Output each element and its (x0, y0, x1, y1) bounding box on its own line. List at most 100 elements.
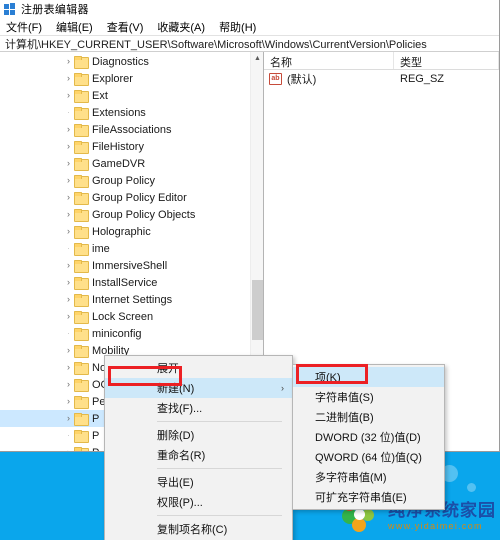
context-menu-item[interactable]: 导出(E) (105, 472, 292, 492)
tree-item-label: Internet Settings (92, 293, 173, 306)
tree-item[interactable]: › Lock Screen (0, 308, 263, 325)
menu-help[interactable]: 帮助(H) (219, 18, 263, 36)
tree-item-label: FileHistory (92, 140, 144, 153)
folder-icon (74, 277, 89, 290)
folder-icon (74, 379, 89, 392)
chevron-right-icon[interactable]: › (64, 91, 73, 100)
chevron-right-icon[interactable]: › (64, 261, 73, 270)
context-menu-item[interactable]: 删除(D) (105, 425, 292, 445)
chevron-right-icon[interactable]: › (64, 74, 73, 83)
folder-icon (74, 447, 89, 451)
submenu-item[interactable]: QWORD (64 位)值(Q) (293, 447, 444, 467)
chevron-right-icon[interactable]: › (64, 414, 73, 423)
folder-icon (74, 396, 89, 409)
column-header-name[interactable]: 名称 (264, 52, 394, 69)
tree-item-label: InstallService (92, 276, 158, 289)
chevron-right-icon[interactable]: › (64, 448, 73, 452)
watermark-url: www.yidaimei.com (388, 520, 483, 531)
tree-leaf-icon: · (67, 430, 70, 440)
registry-editor-window: 注册表编辑器 文件(F) 编辑(E) 查看(V) 收藏夹(A) 帮助(H) 计算… (0, 0, 500, 540)
tree-item[interactable]: › Group Policy Objects (0, 206, 263, 223)
chevron-right-icon[interactable]: › (64, 278, 73, 287)
context-menu-item[interactable]: 复制项名称(C) (105, 519, 292, 539)
tree-item[interactable]: › Explorer (0, 70, 263, 87)
chevron-right-icon[interactable]: › (64, 210, 73, 219)
chevron-right-icon[interactable]: › (64, 125, 73, 134)
tree-item[interactable]: › FileHistory (0, 138, 263, 155)
tree-item[interactable]: › Internet Settings (0, 291, 263, 308)
chevron-right-icon[interactable]: › (64, 227, 73, 236)
folder-icon (74, 345, 89, 358)
string-value-icon: ab (269, 72, 282, 85)
menu-edit[interactable]: 编辑(E) (56, 18, 100, 36)
scroll-up-arrow-icon[interactable]: ▲ (251, 52, 263, 65)
submenu-item[interactable]: DWORD (32 位)值(D) (293, 427, 444, 447)
context-menu-item[interactable]: 查找(F)... (105, 398, 292, 418)
tree-item[interactable]: › Holographic (0, 223, 263, 240)
tree-item[interactable]: · miniconfig (0, 325, 263, 342)
folder-icon (74, 328, 89, 341)
tree-item[interactable]: › Ext (0, 87, 263, 104)
tree-item-label: Group Policy (92, 174, 155, 187)
tree-item-label: Group Policy Objects (92, 208, 196, 221)
chevron-right-icon[interactable]: › (64, 176, 73, 185)
context-menu-item[interactable]: 展开 (105, 358, 292, 378)
tree-item-label: P (92, 447, 99, 452)
tree-item-label: Explorer (92, 72, 133, 85)
chevron-right-icon[interactable]: › (64, 363, 73, 372)
folder-icon (74, 192, 89, 205)
menu-favorites[interactable]: 收藏夹(A) (157, 18, 212, 36)
window-title: 注册表编辑器 (21, 4, 89, 16)
tree-item[interactable]: › FileAssociations (0, 121, 263, 138)
context-menu[interactable]: 展开 新建(N) › 查找(F)... 删除(D) 重命名(R) 导出(E) 权限(P)...… (104, 355, 293, 540)
chevron-right-icon[interactable]: › (64, 159, 73, 168)
chevron-right-icon[interactable]: › (64, 57, 73, 66)
chevron-right-icon[interactable]: › (64, 346, 73, 355)
submenu-item[interactable]: 可扩充字符串值(E) (293, 487, 444, 507)
tree-item[interactable]: › Group Policy Editor (0, 189, 263, 206)
folder-icon (74, 107, 89, 120)
folder-icon (74, 226, 89, 239)
desktop-bubble (467, 483, 476, 492)
new-submenu[interactable]: 项(K) 字符串值(S) 二进制值(B) DWORD (32 位)值(D) QWORD … (292, 364, 445, 510)
tree-item[interactable]: › ImmersiveShell (0, 257, 263, 274)
tree-item[interactable]: › Diagnostics (0, 53, 263, 70)
tree-scrollbar-thumb[interactable] (252, 280, 263, 340)
tree-item[interactable]: · ime (0, 240, 263, 257)
menu-file[interactable]: 文件(F) (6, 18, 49, 36)
chevron-right-icon[interactable]: › (64, 312, 73, 321)
value-type-label: REG_SZ (400, 72, 445, 85)
chevron-right-icon[interactable]: › (64, 295, 73, 304)
context-menu-item[interactable]: 权限(P)... (105, 492, 292, 512)
context-menu-item[interactable]: 重命名(R) (105, 445, 292, 465)
tree-item[interactable]: · Extensions (0, 104, 263, 121)
address-bar[interactable]: 计算机\HKEY_CURRENT_USER\Software\Microsoft… (0, 35, 499, 52)
value-name-cell: ab (默认) (264, 71, 394, 87)
folder-icon (74, 56, 89, 69)
folder-icon (74, 362, 89, 375)
folder-icon (74, 413, 89, 426)
menu-view[interactable]: 查看(V) (107, 18, 151, 36)
menu-separator (157, 468, 282, 469)
chevron-right-icon[interactable]: › (64, 380, 73, 389)
tree-item[interactable]: › GameDVR (0, 155, 263, 172)
tree-item[interactable]: › Group Policy (0, 172, 263, 189)
chevron-right-icon[interactable]: › (64, 193, 73, 202)
column-header-type[interactable]: 类型 (394, 52, 499, 69)
chevron-right-icon[interactable]: › (64, 142, 73, 151)
submenu-item[interactable]: 多字符串值(M) (293, 467, 444, 487)
tree-item-label: ime (92, 242, 110, 255)
context-menu-item[interactable]: 新建(N) › (105, 378, 292, 398)
value-row[interactable]: ab (默认) REG_SZ (264, 70, 499, 87)
tree-item[interactable]: › InstallService (0, 274, 263, 291)
submenu-item[interactable]: 字符串值(S) (293, 387, 444, 407)
submenu-item[interactable]: 项(K) (293, 367, 444, 387)
tree-item-label: GameDVR (92, 157, 146, 170)
folder-icon (74, 158, 89, 171)
submenu-item[interactable]: 二进制值(B) (293, 407, 444, 427)
folder-icon (74, 73, 89, 86)
registry-icon (4, 3, 16, 15)
menu-bar: 文件(F) 编辑(E) 查看(V) 收藏夹(A) 帮助(H) (0, 18, 499, 35)
folder-icon (74, 90, 89, 103)
chevron-right-icon[interactable]: › (64, 397, 73, 406)
